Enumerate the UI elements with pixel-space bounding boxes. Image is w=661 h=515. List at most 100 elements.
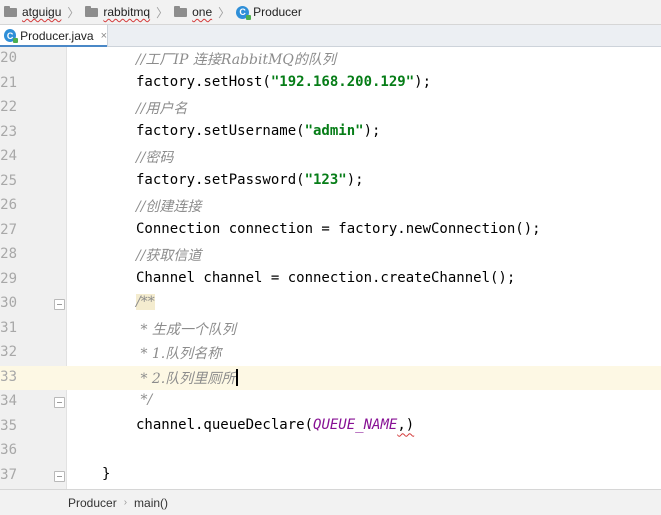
line-number: 28 — [0, 246, 17, 262]
nav-separator: › — [123, 497, 128, 508]
code-text: Channel channel = connection.createChann… — [136, 270, 515, 286]
code-line[interactable]: 34 */ — [0, 390, 661, 414]
code-text: */ — [136, 392, 152, 408]
breadcrumb: atguigu 〉 rabbitmq 〉 one 〉 C Producer — [0, 0, 661, 25]
breadcrumb-item-one[interactable]: one — [170, 0, 216, 24]
code-line[interactable]: 33 * 2.队列里厕所 — [0, 365, 661, 390]
breadcrumb-item-rabbitmq[interactable]: rabbitmq — [81, 0, 154, 24]
doc-comment-open: /** — [136, 294, 155, 310]
breadcrumb-label: Producer — [253, 5, 302, 19]
code-line[interactable]: 30 /** — [0, 292, 661, 316]
code-token-error: ,) — [397, 416, 415, 433]
folder-icon — [4, 5, 17, 17]
folder-icon — [174, 5, 188, 17]
java-class-icon: C — [4, 29, 19, 43]
chevron-right-icon: 〉 — [67, 5, 80, 20]
chevron-right-icon: 〉 — [156, 5, 169, 20]
line-number: 24 — [0, 148, 17, 164]
code-comment: * 1.队列名称 — [136, 346, 222, 362]
code-line[interactable]: 27 Connection connection = factory.newCon… — [0, 219, 661, 243]
code-navigation-bar: Producer › main() — [0, 489, 661, 515]
tab-label: Producer.java — [20, 28, 94, 43]
code-comment: * 2.队列里厕所 — [136, 370, 236, 387]
code-text: * 2.队列里厕所 — [136, 368, 239, 388]
code-text: } — [102, 466, 110, 482]
breadcrumb-item-atguigu[interactable]: atguigu — [0, 0, 65, 24]
code-editor[interactable]: 20 //工厂IP 连接RabbitMQ的队列 21 factory.setHost(… — [0, 47, 661, 489]
line-number: 20 — [0, 50, 17, 66]
chevron-right-icon: 〉 — [218, 5, 231, 20]
code-text: factory.setHost("192.168.200.129"); — [136, 74, 431, 90]
nav-method-name[interactable]: main() — [134, 496, 168, 510]
code-comment: //用户名 — [136, 101, 188, 117]
line-number: 30 — [0, 295, 17, 311]
line-number: 26 — [0, 197, 17, 213]
code-comment: //密码 — [136, 150, 174, 166]
code-comment: //创建连接 — [136, 199, 202, 215]
fold-marker-icon[interactable] — [54, 470, 65, 482]
breadcrumb-item-producer[interactable]: C Producer — [232, 0, 306, 24]
code-line[interactable]: 32 * 1.队列名称 — [0, 341, 661, 365]
folder-icon — [85, 5, 99, 17]
code-text: * 1.队列名称 — [136, 343, 221, 363]
code-token: Channel channel = connection.createChann… — [136, 269, 516, 286]
line-number: 29 — [0, 270, 17, 287]
breadcrumb-label: atguigu — [22, 5, 62, 19]
code-text: * 生成一个队列 — [136, 319, 236, 339]
code-comment: * 生成一个队列 — [136, 321, 236, 338]
line-number: 37 — [0, 466, 17, 483]
code-token: ); — [414, 73, 432, 90]
line-number: 33 — [0, 368, 17, 385]
nav-class-name[interactable]: Producer — [68, 496, 117, 510]
code-line[interactable]: 37} — [0, 464, 661, 488]
code-line[interactable]: 21 factory.setHost("192.168.200.129"); — [0, 72, 661, 96]
code-text: channel.queueDeclare(QUEUE_NAME,) — [136, 417, 414, 433]
code-text: //创建连接 — [136, 196, 201, 216]
line-number: 27 — [0, 221, 17, 238]
code-string: "123" — [304, 171, 347, 188]
breadcrumb-label: one — [192, 5, 213, 19]
code-line[interactable]: 23 factory.setUsername("admin"); — [0, 121, 661, 145]
code-token: ); — [363, 122, 381, 139]
line-number: 22 — [0, 99, 17, 115]
close-icon[interactable]: × — [101, 30, 107, 42]
code-token: Connection connection = factory.newConne… — [136, 220, 541, 237]
code-token: } — [102, 465, 111, 482]
code-text: //用户名 — [136, 98, 187, 118]
breadcrumb-label: rabbitmq — [103, 5, 151, 19]
code-line[interactable]: 24 //密码 — [0, 145, 661, 169]
code-text: //密码 — [136, 147, 173, 167]
code-line[interactable]: 31 * 生成一个队列 — [0, 317, 661, 341]
code-line[interactable]: 26 //创建连接 — [0, 194, 661, 218]
code-token: factory.setPassword( — [136, 171, 305, 188]
java-class-icon: C — [236, 5, 252, 20]
code-text: factory.setUsername("admin"); — [136, 123, 380, 139]
code-token: ); — [346, 171, 364, 188]
code-token: factory.setUsername( — [136, 122, 305, 139]
line-number: 25 — [0, 172, 17, 189]
code-text: Connection connection = factory.newConne… — [136, 221, 541, 237]
code-line[interactable]: 25 factory.setPassword("123"); — [0, 170, 661, 194]
line-number: 36 — [0, 442, 17, 458]
editor-tab-bar: C Producer.java × — [0, 25, 661, 47]
code-line[interactable]: 22 //用户名 — [0, 96, 661, 120]
code-line[interactable]: 29 Channel channel = connection.createCha… — [0, 268, 661, 292]
tab-producer-java[interactable]: C Producer.java × — [0, 25, 108, 47]
code-line[interactable]: 36 — [0, 439, 661, 463]
code-string: "admin" — [304, 122, 364, 139]
code-line[interactable]: 35 channel.queueDeclare(QUEUE_NAME,) — [0, 415, 661, 439]
code-text: factory.setPassword("123"); — [136, 172, 364, 188]
code-text: //工厂IP 连接RabbitMQ的队列 — [136, 49, 336, 69]
text-caret — [236, 368, 239, 386]
code-text: /** — [136, 294, 155, 310]
fold-marker-icon[interactable] — [54, 397, 65, 408]
code-token: factory.setHost( — [136, 73, 271, 90]
fold-marker-icon[interactable] — [54, 299, 65, 310]
code-comment: //工厂IP 连接RabbitMQ的队列 — [136, 52, 336, 68]
code-constant: QUEUE_NAME — [313, 416, 398, 433]
line-number: 34 — [0, 393, 17, 409]
code-line[interactable]: 28 //获取信道 — [0, 243, 661, 267]
code-string: "192.168.200.129" — [270, 73, 415, 90]
code-comment: */ — [136, 392, 153, 408]
code-line[interactable]: 20 //工厂IP 连接RabbitMQ的队列 — [0, 47, 661, 71]
